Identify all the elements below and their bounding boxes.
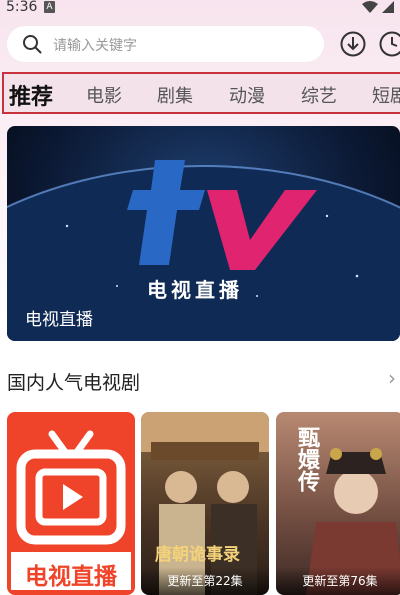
chevron-right-icon[interactable]: › (388, 366, 396, 390)
tab-series[interactable]: 剧集 (157, 82, 193, 108)
search-icon (23, 35, 42, 54)
drama-card[interactable]: 甄嬛传 更新至第76集 (276, 412, 400, 595)
history-clock-icon[interactable] (378, 30, 400, 58)
tab-variety[interactable]: 综艺 (301, 82, 337, 108)
tab-movies[interactable]: 电影 (86, 82, 122, 108)
status-bar: 5:36 A (0, 0, 400, 18)
search-input[interactable]: 请输入关键字 (7, 26, 324, 62)
download-icon[interactable] (339, 30, 367, 58)
banner-caption: 电视直播 (25, 310, 93, 330)
tv-logo (127, 160, 317, 270)
hero-banner[interactable]: 电视直播 电视直播 (7, 126, 400, 341)
card-title-art: 电视直播 (25, 564, 117, 590)
status-time: 5:36 (6, 0, 38, 15)
card-title-art: 甄嬛传 (294, 426, 319, 492)
drama-card[interactable]: 电视直播 (7, 412, 135, 595)
card-status: 更新至第22集 (167, 574, 243, 588)
tab-anime[interactable]: 动漫 (229, 82, 265, 108)
notification-icon: A (44, 1, 55, 13)
card-title-art: 唐朝诡事录 (155, 545, 240, 565)
search-placeholder: 请输入关键字 (53, 38, 137, 54)
wifi-icon (362, 1, 394, 13)
card-status: 更新至第76集 (302, 574, 378, 588)
tab-recommended[interactable]: 推荐 (9, 79, 53, 111)
drama-card[interactable]: 唐朝诡事录 更新至第22集 (141, 412, 269, 595)
category-tabs: 推荐 电影 剧集 动漫 综艺 短剧 (2, 72, 400, 114)
section-title: 国内人气电视剧 (7, 372, 141, 394)
tab-short-drama[interactable]: 短剧 (372, 82, 400, 108)
banner-logo-text: 电视直播 (147, 278, 243, 302)
